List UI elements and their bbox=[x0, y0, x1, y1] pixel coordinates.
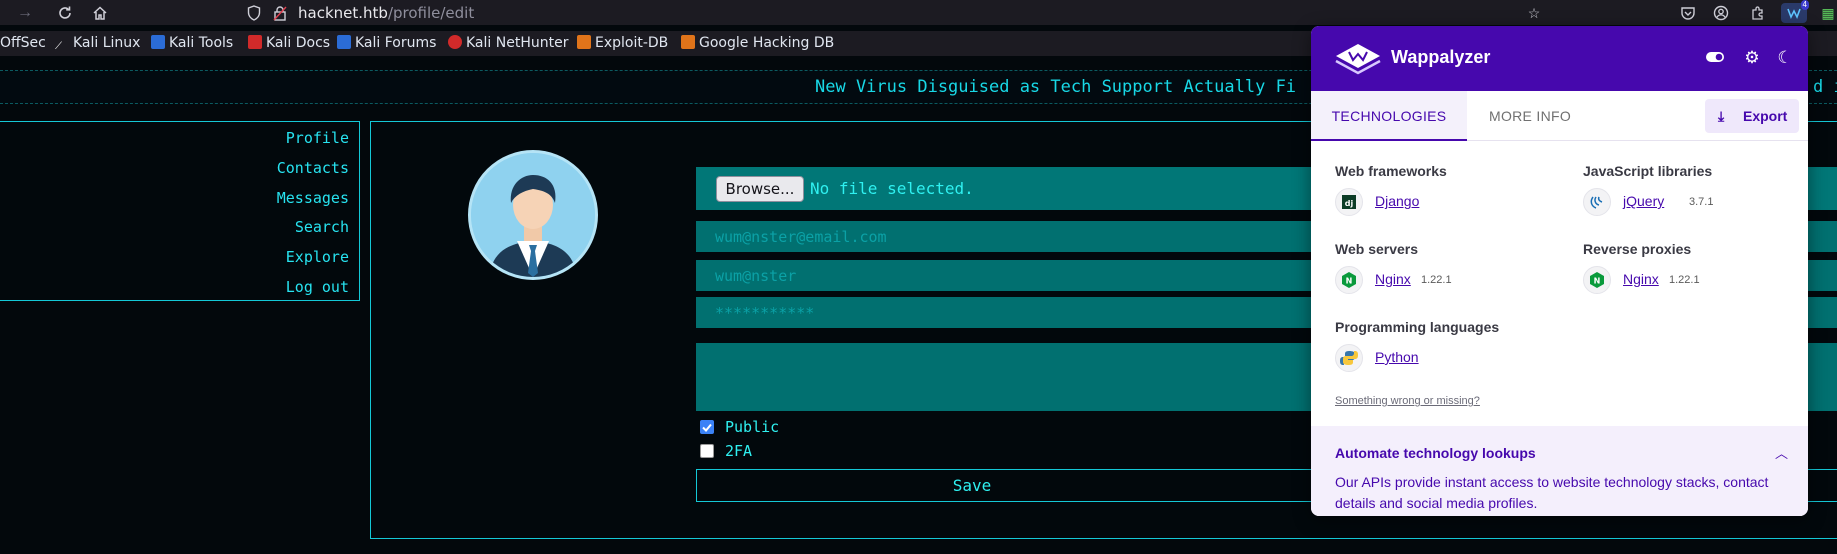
bookmark-label: Kali Tools bbox=[169, 35, 234, 51]
bookmark-label: Google Hacking DB bbox=[699, 35, 835, 51]
category-javascript-libraries: JavaScript libraries bbox=[1583, 163, 1713, 179]
save-label: Save bbox=[952, 476, 992, 495]
jquery-icon bbox=[1583, 188, 1611, 216]
automate-title[interactable]: Automate technology lookups bbox=[1335, 445, 1536, 461]
bookmark-exploit-db[interactable]: Exploit-DB bbox=[577, 35, 668, 51]
sidebar-item-profile[interactable]: Profile bbox=[286, 129, 349, 147]
tech-jquery[interactable]: jQuery 3.7.1 bbox=[1583, 188, 1783, 216]
reload-icon[interactable] bbox=[55, 3, 75, 23]
tech-name[interactable]: jQuery bbox=[1623, 193, 1664, 209]
category-programming-languages: Programming languages bbox=[1335, 319, 1500, 335]
tech-version: 1.22.1 bbox=[1669, 274, 1700, 286]
automate-text: Our APIs provide instant access to websi… bbox=[1335, 474, 1769, 511]
lock-icon[interactable] bbox=[270, 3, 290, 23]
bookmark-label: Kali Forums bbox=[355, 35, 437, 51]
category-web-frameworks: Web frameworks bbox=[1335, 163, 1447, 179]
bookmark-offsec[interactable]: OffSec bbox=[0, 35, 46, 51]
tech-version: 3.7.1 bbox=[1689, 196, 1714, 208]
tab-technologies[interactable]: TECHNOLOGIES bbox=[1311, 91, 1467, 141]
wappalyzer-logo-icon bbox=[1335, 43, 1381, 77]
home-icon[interactable] bbox=[90, 3, 110, 23]
sidebar-item-logout[interactable]: Log out bbox=[286, 278, 349, 296]
svg-text:N: N bbox=[1594, 277, 1601, 286]
bookmark-google-hacking-db[interactable]: Google Hacking DB bbox=[681, 35, 834, 51]
tech-nginx-proxy[interactable]: N Nginx 1.22.1 bbox=[1583, 266, 1783, 294]
bookmark-label: Kali Linux bbox=[73, 35, 141, 51]
bookmark-kali-nethunter[interactable]: Kali NetHunter bbox=[448, 35, 568, 51]
chevron-up-icon[interactable]: ︿ bbox=[1775, 443, 1788, 462]
export-label: Export bbox=[1743, 108, 1788, 124]
export-button[interactable]: ⤓ Export bbox=[1705, 99, 1799, 133]
sidebar-nav: Profile Contacts Messages Search Explore… bbox=[0, 121, 360, 301]
url-text[interactable]: hacknet.htb/profile/edit bbox=[298, 4, 474, 22]
something-missing-link[interactable]: Something wrong or missing? bbox=[1335, 395, 1480, 407]
extension-grid-icon[interactable]: ▦ bbox=[1818, 3, 1837, 23]
dark-mode-icon[interactable]: ☾ bbox=[1774, 47, 1796, 69]
shield-icon[interactable] bbox=[244, 3, 264, 23]
sidebar-item-contacts[interactable]: Contacts bbox=[277, 159, 349, 177]
toggle-icon[interactable] bbox=[1704, 47, 1726, 69]
category-reverse-proxies: Reverse proxies bbox=[1583, 241, 1692, 257]
nginx-icon: N bbox=[1583, 266, 1611, 294]
twofa-label: 2FA bbox=[725, 442, 753, 460]
bookmark-label: Kali Docs bbox=[266, 35, 331, 51]
svg-text:N: N bbox=[1346, 277, 1353, 286]
kali-tools-icon bbox=[151, 35, 165, 49]
bookmark-label: Kali NetHunter bbox=[466, 35, 569, 51]
tech-name[interactable]: Nginx bbox=[1623, 271, 1659, 287]
wappalyzer-extension-icon[interactable]: 4 bbox=[1781, 0, 1809, 23]
tab-more-info[interactable]: MORE INFO bbox=[1467, 91, 1593, 141]
svg-text:dj: dj bbox=[1345, 199, 1354, 208]
ticker-text-tail: d i bbox=[1813, 77, 1837, 97]
browser-toolbar: → hacknet.htb/profile/edit ☆ 4 ▦ bbox=[0, 0, 1837, 25]
category-web-servers: Web servers bbox=[1335, 241, 1419, 257]
tech-version: 1.22.1 bbox=[1421, 274, 1452, 286]
bookmark-label: OffSec bbox=[0, 35, 46, 51]
tech-python[interactable]: Python bbox=[1335, 344, 1535, 372]
wappalyzer-header: Wappalyzer ⚙ ☾ bbox=[1311, 26, 1808, 91]
automate-section: Automate technology lookups ︿ Our APIs p… bbox=[1311, 426, 1808, 516]
bookmark-star-icon[interactable]: ☆ bbox=[1524, 3, 1544, 23]
forward-icon[interactable]: → bbox=[15, 3, 35, 23]
django-icon: dj bbox=[1335, 188, 1363, 216]
wappalyzer-popup: Wappalyzer ⚙ ☾ TECHNOLOGIES MORE INFO ⤓ … bbox=[1311, 26, 1808, 516]
url-host: hacknet.htb bbox=[298, 4, 388, 22]
pocket-icon[interactable] bbox=[1678, 3, 1698, 23]
tech-name[interactable]: Nginx bbox=[1375, 271, 1411, 287]
tech-nginx-server[interactable]: N Nginx 1.22.1 bbox=[1335, 266, 1535, 294]
public-checkbox[interactable] bbox=[700, 420, 714, 434]
wappalyzer-title: Wappalyzer bbox=[1391, 47, 1491, 67]
bookmark-label: Exploit-DB bbox=[595, 35, 669, 51]
tech-name[interactable]: Django bbox=[1375, 193, 1419, 209]
nginx-icon: N bbox=[1335, 266, 1363, 294]
browse-button[interactable]: Browse... bbox=[716, 176, 804, 202]
extensions-icon[interactable] bbox=[1748, 3, 1768, 23]
ghdb-icon bbox=[681, 35, 695, 49]
extension-badge: 4 bbox=[1800, 0, 1809, 10]
kali-nethunter-icon bbox=[448, 35, 462, 49]
avatar bbox=[468, 150, 598, 280]
tech-name[interactable]: Python bbox=[1375, 349, 1419, 365]
sidebar-item-messages[interactable]: Messages bbox=[277, 189, 349, 207]
kali-docs-icon bbox=[248, 35, 262, 49]
twofa-checkbox[interactable] bbox=[700, 444, 714, 458]
file-status: No file selected. bbox=[810, 179, 974, 198]
kali-forums-icon bbox=[337, 35, 351, 49]
gear-icon[interactable]: ⚙ bbox=[1741, 47, 1763, 69]
python-icon bbox=[1335, 344, 1363, 372]
public-label: Public bbox=[725, 418, 780, 436]
url-path: /profile/edit bbox=[387, 4, 475, 22]
exploit-db-icon bbox=[577, 35, 591, 49]
bookmark-kali-linux[interactable]: ⟋ Kali Linux bbox=[55, 35, 140, 55]
sidebar-item-explore[interactable]: Explore bbox=[286, 248, 349, 266]
bookmark-kali-tools[interactable]: Kali Tools bbox=[151, 35, 233, 51]
download-icon: ⤓ bbox=[1718, 108, 1725, 124]
kali-dragon-icon: ⟋ bbox=[55, 41, 62, 52]
sidebar-item-search[interactable]: Search bbox=[295, 218, 349, 236]
ticker-text: New Virus Disguised as Tech Support Actu… bbox=[815, 77, 1297, 97]
bookmark-kali-forums[interactable]: Kali Forums bbox=[337, 35, 436, 51]
tech-django[interactable]: dj Django bbox=[1335, 188, 1535, 216]
bookmark-kali-docs[interactable]: Kali Docs bbox=[248, 35, 330, 51]
account-icon[interactable] bbox=[1711, 3, 1731, 23]
